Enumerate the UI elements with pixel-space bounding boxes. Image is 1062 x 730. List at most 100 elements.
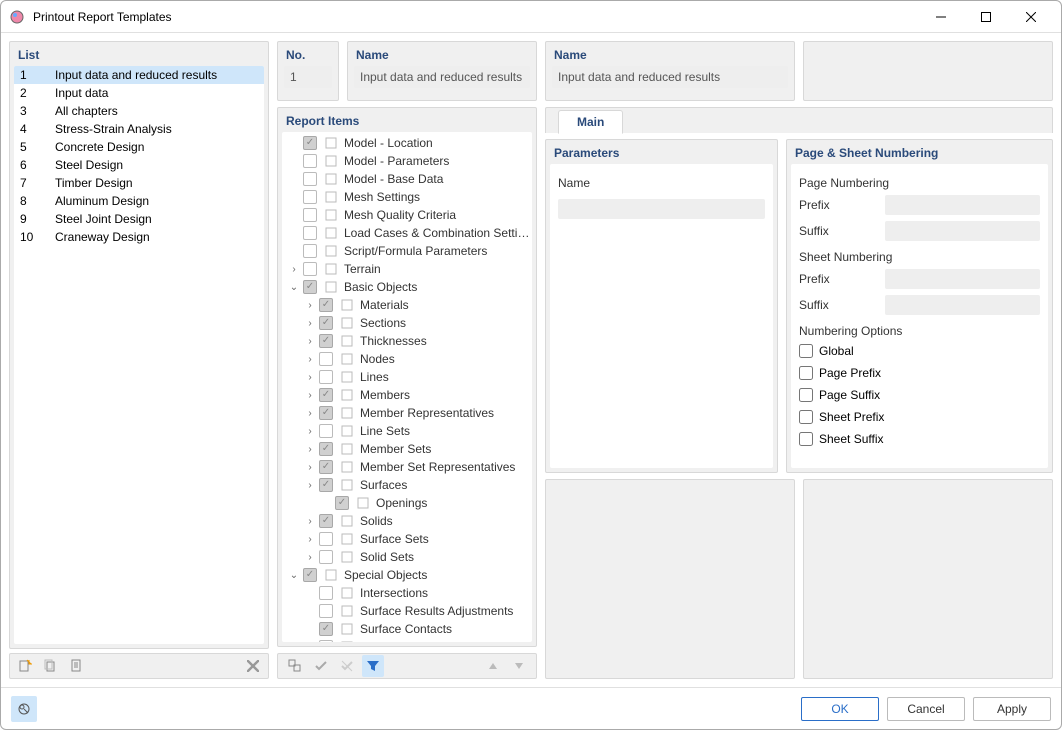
tree-checkbox[interactable] <box>319 388 333 402</box>
opt-sheet-prefix-checkbox[interactable] <box>799 410 813 424</box>
template-list-row[interactable]: 7Timber Design <box>14 174 264 192</box>
move-up-button[interactable] <box>482 655 504 677</box>
tree-node[interactable]: ›Lines <box>282 368 532 386</box>
tree-node[interactable]: Openings <box>282 494 532 512</box>
template-list-row[interactable]: 6Steel Design <box>14 156 264 174</box>
chevron-right-icon[interactable]: › <box>304 480 316 491</box>
tree-node[interactable]: Surface Contacts <box>282 620 532 638</box>
chevron-right-icon[interactable]: › <box>288 264 300 275</box>
template-list-row[interactable]: 1Input data and reduced results <box>14 66 264 84</box>
opt-page-prefix-checkbox[interactable] <box>799 366 813 380</box>
tree-node[interactable]: ›Surface Sets <box>282 530 532 548</box>
minimize-button[interactable] <box>918 3 963 31</box>
tree-node[interactable]: Mesh Settings <box>282 188 532 206</box>
tree-checkbox[interactable] <box>319 352 333 366</box>
tree-checkbox[interactable] <box>319 298 333 312</box>
select-all-button[interactable] <box>284 655 306 677</box>
sheet-prefix-input[interactable] <box>885 269 1040 289</box>
tree-node[interactable]: ›Nodes <box>282 350 532 368</box>
tree-node[interactable]: ›Surfaces <box>282 476 532 494</box>
tree-checkbox[interactable] <box>319 370 333 384</box>
tree-checkbox[interactable] <box>303 208 317 222</box>
tree-checkbox[interactable] <box>319 514 333 528</box>
tree-node[interactable]: Script/Formula Parameters <box>282 242 532 260</box>
chevron-right-icon[interactable]: › <box>304 408 316 419</box>
param-name-input[interactable] <box>558 199 765 219</box>
opt-page-suffix-checkbox[interactable] <box>799 388 813 402</box>
tree-checkbox[interactable] <box>303 244 317 258</box>
chevron-right-icon[interactable]: › <box>304 462 316 473</box>
cancel-button[interactable]: Cancel <box>887 697 965 721</box>
tree-node[interactable]: ›Solids <box>282 512 532 530</box>
no-field[interactable]: 1 <box>284 66 332 88</box>
chevron-right-icon[interactable]: › <box>304 534 316 545</box>
filter-button[interactable] <box>362 655 384 677</box>
help-button[interactable] <box>11 696 37 722</box>
tree-node[interactable]: ›Member Representatives <box>282 404 532 422</box>
tree-checkbox[interactable] <box>303 262 317 276</box>
chevron-right-icon[interactable]: › <box>304 390 316 401</box>
template-list-row[interactable]: 10Craneway Design <box>14 228 264 246</box>
tree-checkbox[interactable] <box>303 154 317 168</box>
tree-node[interactable]: ›Members <box>282 386 532 404</box>
tree-checkbox[interactable] <box>319 622 333 636</box>
chevron-right-icon[interactable]: › <box>304 354 316 365</box>
tree-node[interactable]: Model - Base Data <box>282 170 532 188</box>
close-button[interactable] <box>1008 3 1053 31</box>
tree-node[interactable]: ⌄Special Objects <box>282 566 532 584</box>
apply-button[interactable]: Apply <box>973 697 1051 721</box>
chevron-right-icon[interactable]: › <box>304 318 316 329</box>
tree-checkbox[interactable] <box>319 478 333 492</box>
uncheck-all-button[interactable] <box>336 655 358 677</box>
tree-node[interactable]: Rigid Links <box>282 638 532 642</box>
name-field[interactable]: Input data and reduced results <box>354 66 530 88</box>
tree-node[interactable]: ›Line Sets <box>282 422 532 440</box>
tree-checkbox[interactable] <box>319 460 333 474</box>
tree-checkbox[interactable] <box>319 604 333 618</box>
move-down-button[interactable] <box>508 655 530 677</box>
chevron-right-icon[interactable]: › <box>304 336 316 347</box>
chevron-right-icon[interactable]: › <box>304 552 316 563</box>
tree-checkbox[interactable] <box>319 316 333 330</box>
tree-checkbox[interactable] <box>303 172 317 186</box>
chevron-right-icon[interactable]: › <box>304 372 316 383</box>
tree-node[interactable]: Surface Results Adjustments <box>282 602 532 620</box>
tree-node[interactable]: ›Terrain <box>282 260 532 278</box>
tree-node[interactable]: ›Sections <box>282 314 532 332</box>
chevron-right-icon[interactable]: › <box>304 426 316 437</box>
tree-checkbox[interactable] <box>319 406 333 420</box>
tree-checkbox[interactable] <box>319 334 333 348</box>
new-template-button[interactable] <box>14 655 36 677</box>
tree-checkbox[interactable] <box>319 442 333 456</box>
tree-checkbox[interactable] <box>303 568 317 582</box>
page-suffix-input[interactable] <box>885 221 1040 241</box>
tree-node[interactable]: ›Member Set Representatives <box>282 458 532 476</box>
tree-checkbox[interactable] <box>319 640 333 642</box>
tree-node[interactable]: ›Member Sets <box>282 440 532 458</box>
check-all-button[interactable] <box>310 655 332 677</box>
page-prefix-input[interactable] <box>885 195 1040 215</box>
tree-node[interactable]: ›Materials <box>282 296 532 314</box>
tree-checkbox[interactable] <box>335 496 349 510</box>
opt-sheet-suffix-checkbox[interactable] <box>799 432 813 446</box>
name-field-right[interactable]: Input data and reduced results <box>552 66 788 88</box>
opt-global-checkbox[interactable] <box>799 344 813 358</box>
template-list-row[interactable]: 9Steel Joint Design <box>14 210 264 228</box>
tree-checkbox[interactable] <box>319 532 333 546</box>
tree-checkbox[interactable] <box>319 586 333 600</box>
tree-node[interactable]: ⌄Basic Objects <box>282 278 532 296</box>
tree-node[interactable]: ›Thicknesses <box>282 332 532 350</box>
chevron-right-icon[interactable]: › <box>304 516 316 527</box>
template-list-row[interactable]: 4Stress-Strain Analysis <box>14 120 264 138</box>
sheet-suffix-input[interactable] <box>885 295 1040 315</box>
tree-node[interactable]: Load Cases & Combination Settings <box>282 224 532 242</box>
tree-node[interactable]: Mesh Quality Criteria <box>282 206 532 224</box>
duplicate-template-button[interactable] <box>40 655 62 677</box>
template-list-row[interactable]: 2Input data <box>14 84 264 102</box>
chevron-down-icon[interactable]: ⌄ <box>288 570 300 581</box>
tree-checkbox[interactable] <box>303 226 317 240</box>
tree-node[interactable]: Model - Location <box>282 134 532 152</box>
tree-node[interactable]: ›Solid Sets <box>282 548 532 566</box>
ok-button[interactable]: OK <box>801 697 879 721</box>
tree-checkbox[interactable] <box>319 424 333 438</box>
